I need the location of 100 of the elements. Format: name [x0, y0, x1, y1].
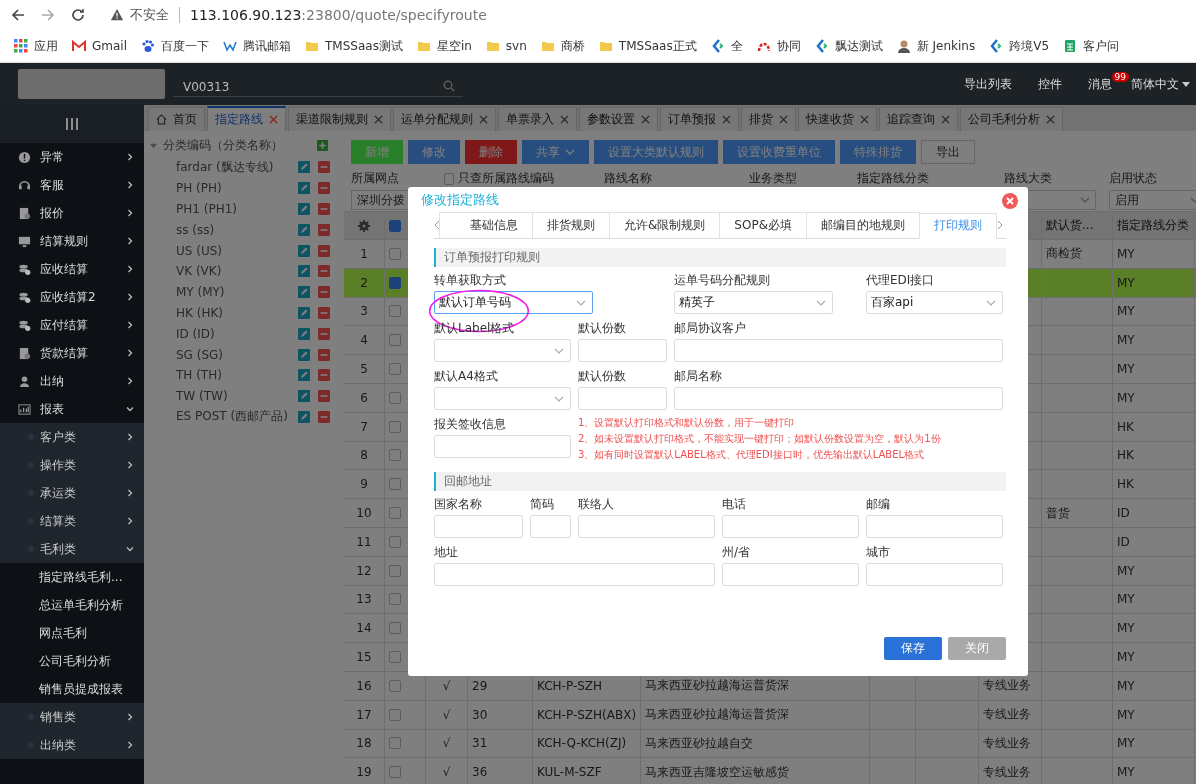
row-checkbox[interactable]: [389, 363, 401, 376]
sidebar-item[interactable]: 出纳类: [0, 731, 144, 759]
close-icon[interactable]: [722, 115, 731, 124]
sidebar-item[interactable]: 报表: [0, 395, 144, 423]
edit-icon[interactable]: [298, 306, 310, 319]
close-icon[interactable]: [479, 115, 488, 124]
tree-item[interactable]: TW (TW): [176, 389, 298, 404]
row-checkbox[interactable]: [389, 679, 401, 692]
input-field[interactable]: [722, 563, 859, 586]
chevron-right-icon[interactable]: [997, 220, 1003, 230]
row-checkbox[interactable]: [389, 247, 401, 260]
page-tab[interactable]: 快速收货: [798, 107, 877, 131]
bookmark[interactable]: 全: [710, 37, 743, 55]
sidebar-item[interactable]: 应收结算: [0, 255, 144, 283]
bookmark[interactable]: 飘达测试: [814, 37, 883, 55]
input-field[interactable]: [434, 563, 715, 586]
delete-icon[interactable]: [318, 244, 330, 257]
row-checkbox[interactable]: [389, 766, 401, 779]
edit-icon[interactable]: [298, 203, 310, 215]
tree-item[interactable]: MY (MY): [176, 285, 298, 300]
bookmark[interactable]: 应用: [14, 37, 58, 55]
edit-icon[interactable]: [298, 286, 310, 299]
row-checkbox[interactable]: [389, 535, 401, 548]
input-field[interactable]: [530, 515, 571, 538]
bookmark[interactable]: 协同: [756, 37, 801, 55]
delete-icon[interactable]: [318, 182, 330, 195]
row-checkbox[interactable]: [389, 622, 401, 635]
checkbox[interactable]: [444, 172, 454, 185]
input-field[interactable]: [578, 387, 667, 410]
bookmark[interactable]: 客户问: [1063, 37, 1120, 55]
row-checkbox[interactable]: [389, 305, 401, 318]
address-bar[interactable]: 不安全 113.106.90.123:23800/quote/specifyroute: [100, 2, 497, 28]
bookmark[interactable]: Gmail: [72, 39, 127, 53]
column-header[interactable]: 默认货...: [1042, 212, 1113, 239]
input-field[interactable]: [578, 339, 667, 362]
add-icon[interactable]: [317, 139, 328, 151]
caret-icon[interactable]: [150, 141, 157, 149]
delete-icon[interactable]: [318, 306, 330, 319]
settings-icon[interactable]: [358, 219, 370, 232]
sidebar-item[interactable]: 客户类: [0, 423, 144, 451]
toolbar-button[interactable]: 导出: [921, 140, 975, 164]
delete-icon[interactable]: [318, 348, 330, 361]
sidebar-item[interactable]: 客服: [0, 171, 144, 199]
row-checkbox[interactable]: [389, 708, 401, 721]
close-icon[interactable]: [560, 115, 569, 124]
tree-item[interactable]: ss (ss): [176, 222, 298, 237]
delete-icon[interactable]: [318, 410, 330, 423]
delete-icon[interactable]: [318, 265, 330, 278]
dialog-tab[interactable]: 基础信息: [439, 212, 533, 238]
dialog-tab[interactable]: 打印规则: [919, 212, 997, 239]
tree-item[interactable]: HK (HK): [176, 305, 298, 320]
row-checkbox[interactable]: [389, 334, 401, 347]
table-row[interactable]: 18 √ 31 KCH-Q-KCH(ZJ) 马来西亚砂拉越自交 专线业务 MY: [344, 729, 1196, 759]
sidebar-item[interactable]: 销售类: [0, 703, 144, 731]
row-checkbox[interactable]: [389, 478, 401, 491]
select-field[interactable]: [434, 339, 571, 362]
tree-item[interactable]: fardar (飘达专线): [176, 158, 298, 176]
page-tab[interactable]: 追踪查询: [879, 107, 958, 131]
dialog-button[interactable]: 保存: [884, 637, 942, 660]
row-checkbox[interactable]: [389, 651, 401, 664]
edit-icon[interactable]: [298, 348, 310, 361]
close-icon[interactable]: [779, 115, 788, 124]
input-field[interactable]: [866, 515, 1003, 538]
page-tab[interactable]: 订单预报: [660, 107, 739, 131]
select-field[interactable]: 默认订单号码: [434, 291, 593, 314]
edit-icon[interactable]: [298, 390, 310, 403]
delete-icon[interactable]: [318, 161, 330, 174]
bookmark[interactable]: 百度一下: [141, 37, 209, 55]
language-menu[interactable]: 简体中文: [1131, 75, 1190, 93]
sidebar-item[interactable]: 应收结算2: [0, 283, 144, 311]
page-tab[interactable]: 单票录入: [498, 107, 577, 131]
tree-item[interactable]: SG (SG): [176, 347, 298, 362]
back-icon[interactable]: [10, 7, 26, 23]
edit-icon[interactable]: [298, 182, 310, 195]
menu-icon[interactable]: [65, 117, 79, 131]
sidebar-item[interactable]: 结算规则: [0, 227, 144, 255]
page-tab[interactable]: 公司毛利分析: [960, 107, 1063, 131]
row-checkbox[interactable]: [389, 449, 401, 462]
chevron-left-icon[interactable]: [434, 220, 440, 230]
page-tab[interactable]: 运单分配规则: [393, 107, 496, 131]
sidebar-item[interactable]: 异常: [0, 143, 144, 171]
sidebar-item[interactable]: 操作类: [0, 451, 144, 479]
select-all-checkbox[interactable]: [389, 219, 401, 232]
input-field[interactable]: [674, 387, 1003, 410]
delete-icon[interactable]: [318, 390, 330, 403]
sidebar-item[interactable]: 承运类: [0, 479, 144, 507]
page-tab[interactable]: 参数设置: [579, 107, 658, 131]
edit-icon[interactable]: [298, 410, 310, 423]
bookmark[interactable]: 星空in: [416, 37, 472, 55]
row-checkbox[interactable]: [389, 593, 401, 606]
delete-icon[interactable]: [318, 369, 330, 382]
edit-icon[interactable]: [298, 223, 310, 236]
bookmark[interactable]: 跨境V5: [989, 37, 1050, 55]
row-checkbox[interactable]: [389, 737, 401, 750]
sidebar-item[interactable]: 应付结算: [0, 311, 144, 339]
tree-item[interactable]: PH (PH): [176, 181, 298, 196]
select-field[interactable]: 精英子: [674, 291, 833, 314]
bookmark[interactable]: 新 Jenkins: [896, 37, 976, 55]
input-field[interactable]: [434, 435, 571, 458]
table-row[interactable]: 19 √ 36 KUL-M-SZF 马来西亚吉隆坡空运敏感货 专线业务 MY: [344, 758, 1196, 784]
